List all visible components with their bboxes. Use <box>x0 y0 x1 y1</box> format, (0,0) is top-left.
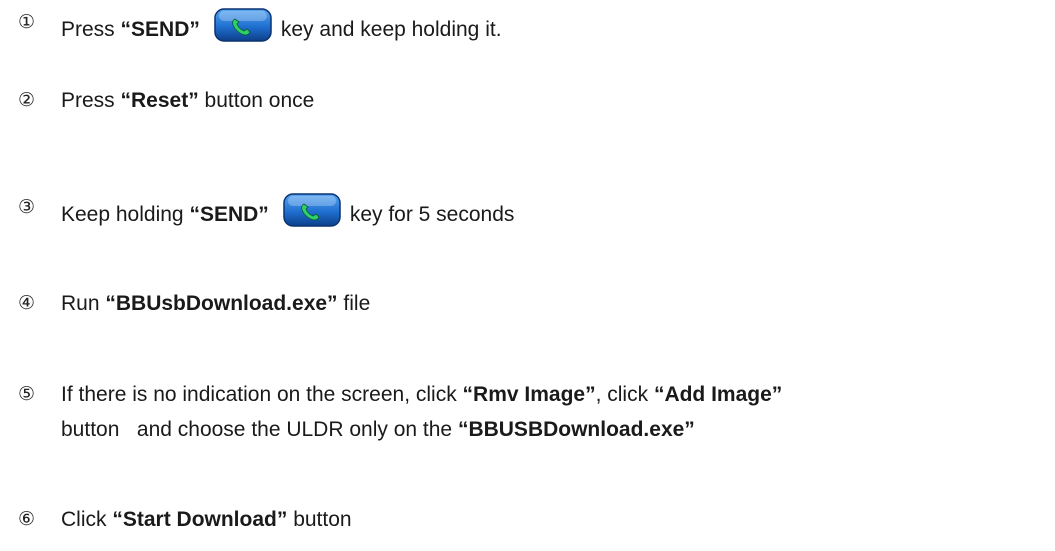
step-text: Run “BBUsbDownload.exe” file <box>61 289 370 318</box>
step-text-segment: Keep holding <box>61 203 190 226</box>
step-text-segment: button <box>287 508 352 531</box>
step-text-continued: button and choose the ULDR only on the “… <box>61 415 695 444</box>
step-keyword: “Reset” <box>120 89 199 112</box>
step-text: Press “SEND” key and keep holding it. <box>61 8 502 44</box>
step-text-segment: button and choose the ULDR only on the <box>61 418 458 441</box>
step-text-segment: Click <box>61 508 113 531</box>
step-text: Press “Reset” button once <box>61 86 314 115</box>
step-text-segment: key and keep holding it. <box>280 18 502 41</box>
step-number: ② <box>18 89 36 111</box>
step-number: ① <box>18 11 36 33</box>
step-text-segment: key for 5 seconds <box>349 203 515 226</box>
step-number: ④ <box>18 292 36 314</box>
send-key-icon <box>283 193 341 227</box>
step-number: ⑥ <box>18 508 36 530</box>
step-text-segment: Press <box>61 89 121 112</box>
step-text-segment: button once <box>198 89 315 112</box>
step-keyword: “BBUsbDownload.exe” <box>105 292 338 315</box>
step-text: Keep holding “SEND” key for 5 seconds <box>61 193 514 229</box>
step-keyword: “Rmv Image” <box>462 383 596 406</box>
step-keyword: “Start Download” <box>112 508 288 531</box>
step-text-segment: file <box>337 292 371 315</box>
step-text-segment: , click <box>595 383 654 406</box>
step-text-segment: If there is no indication on the screen,… <box>61 383 463 406</box>
step-keyword: “SEND” <box>120 18 200 41</box>
step-number: ⑤ <box>18 383 36 405</box>
step-number: ③ <box>18 196 36 218</box>
step-text-segment: Run <box>61 292 106 315</box>
step-keyword: “BBUSBDownload.exe” <box>457 418 695 441</box>
step-text: If there is no indication on the screen,… <box>61 380 782 409</box>
step-text: Click “Start Download” button <box>61 505 352 534</box>
step-keyword: “SEND” <box>189 203 269 226</box>
send-key-icon <box>214 8 272 42</box>
step-text-segment: Press <box>61 18 121 41</box>
step-keyword: “Add Image” <box>653 383 783 406</box>
